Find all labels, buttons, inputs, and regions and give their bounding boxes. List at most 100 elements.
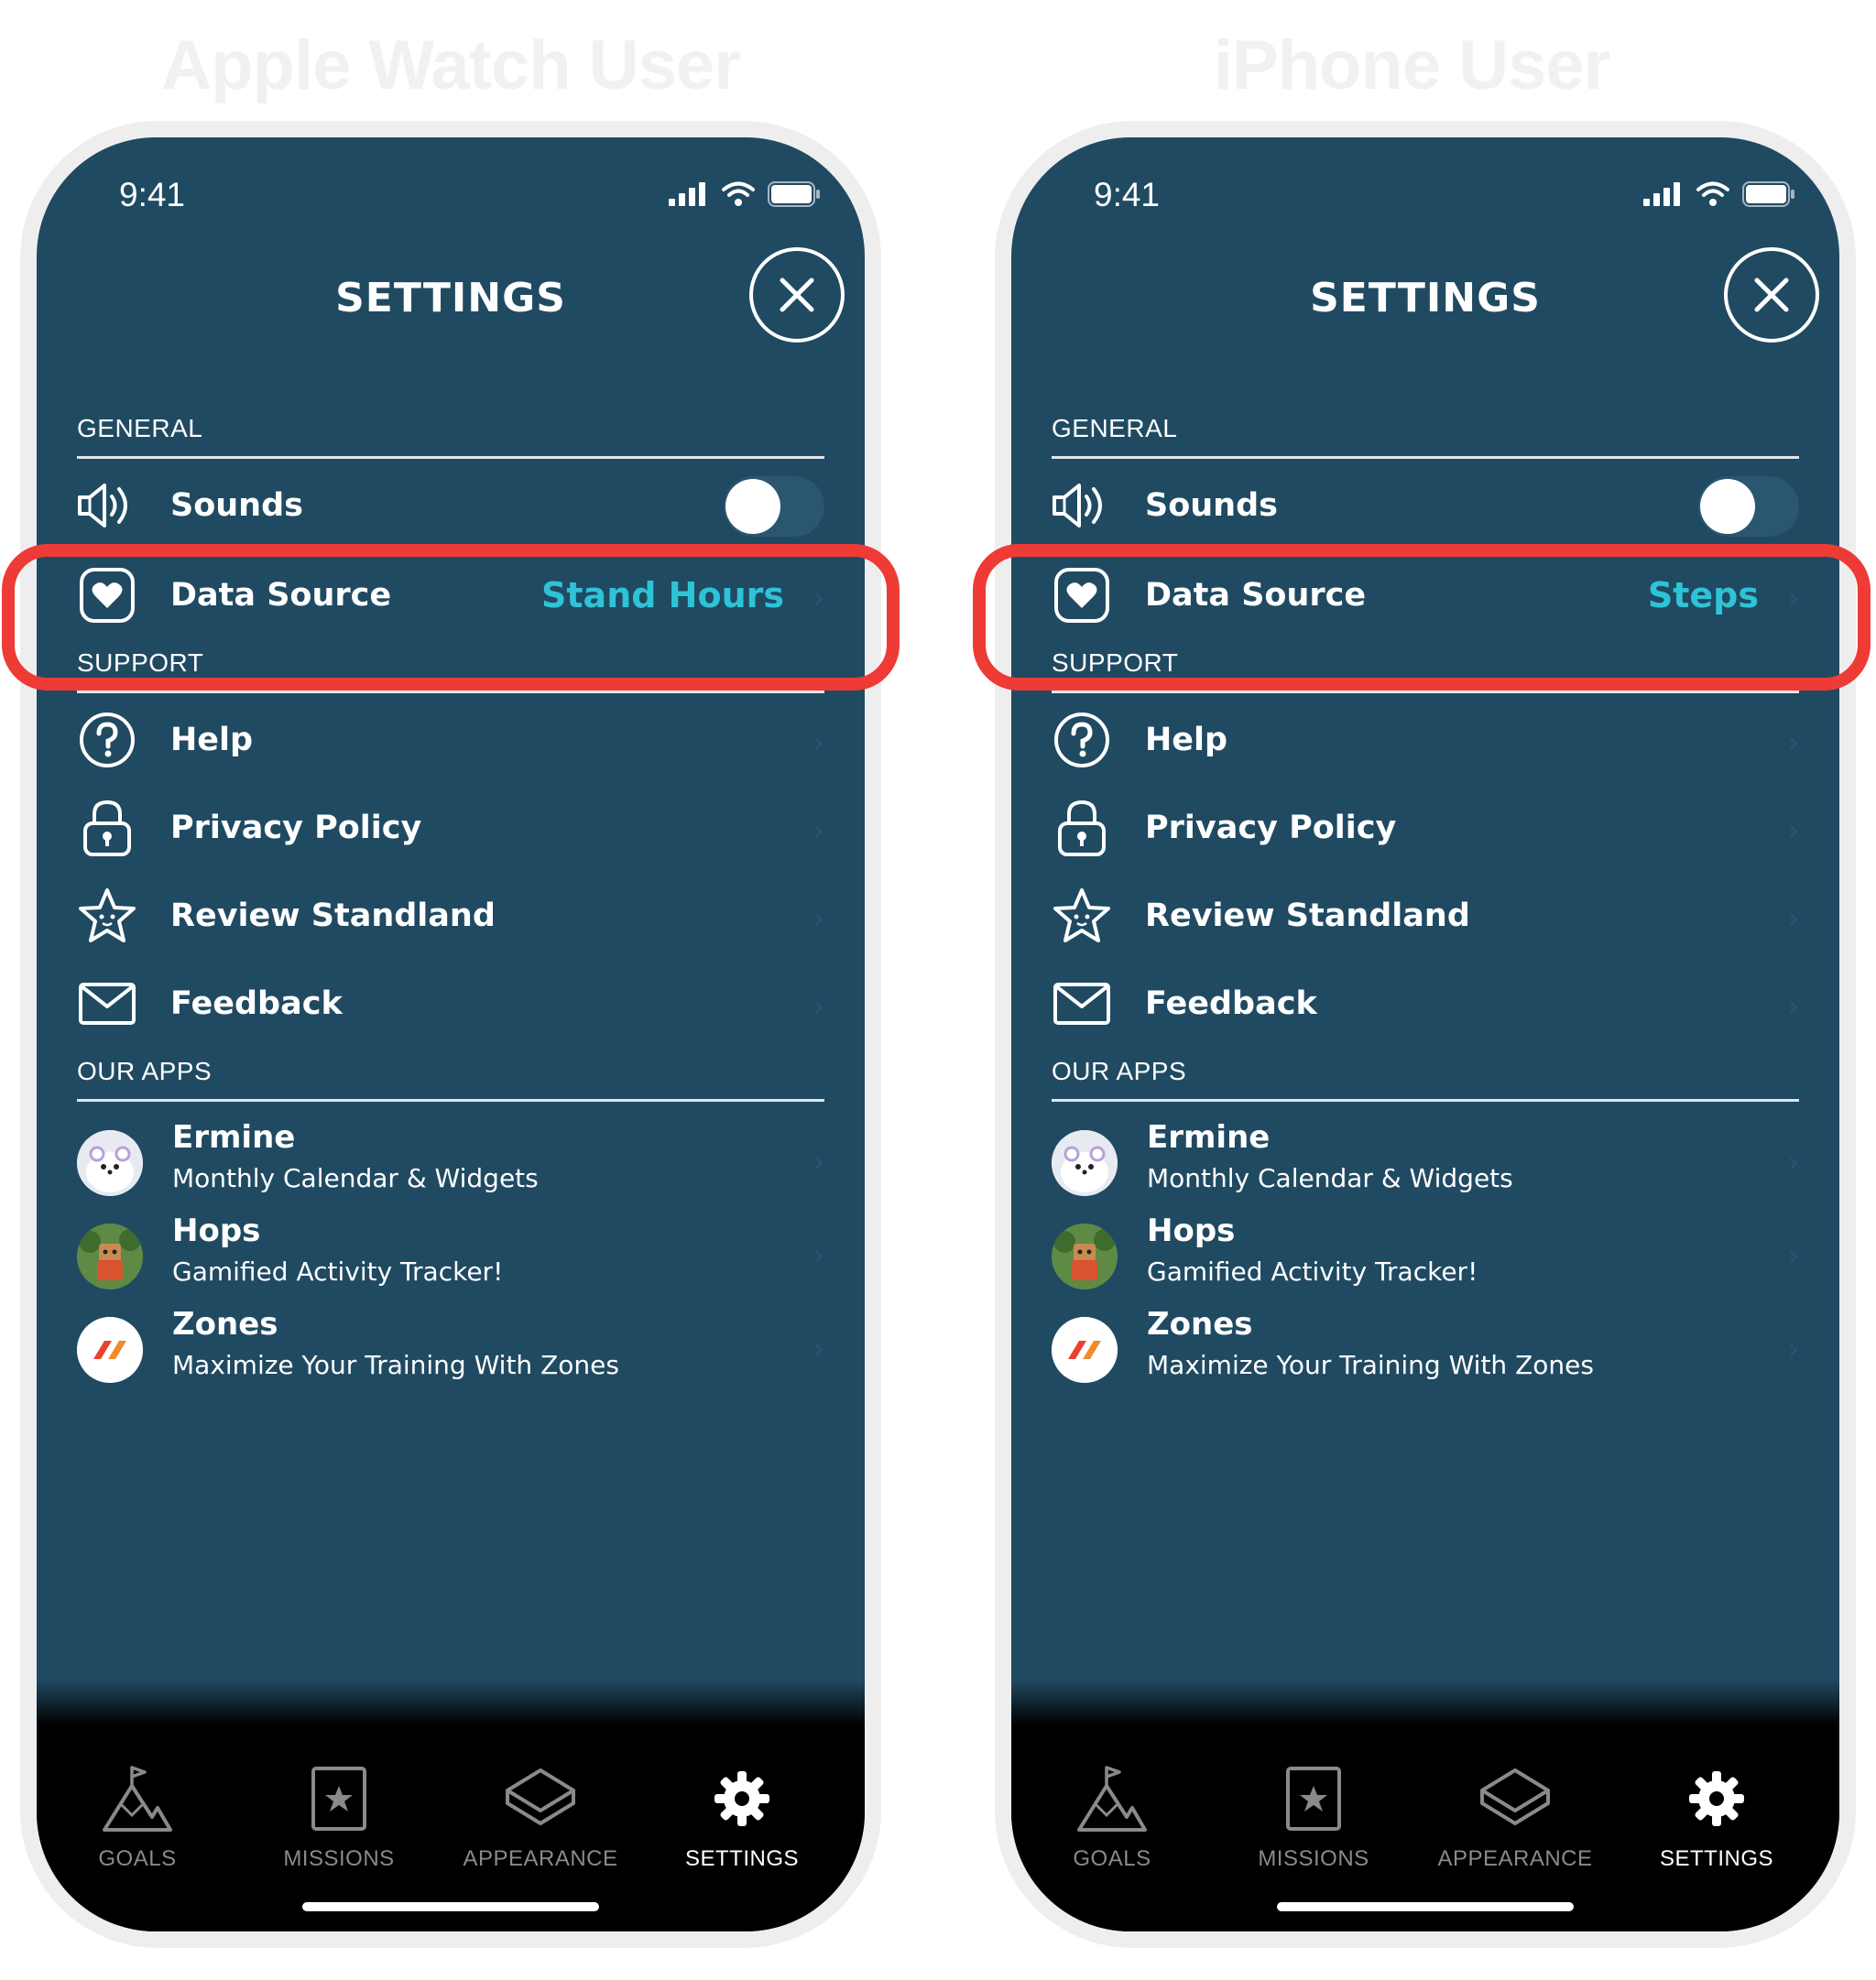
chevron-right-icon: › <box>1788 1147 1799 1179</box>
help-icon <box>1052 710 1112 770</box>
chevron-right-icon: › <box>813 991 824 1023</box>
ermine-app-icon <box>77 1130 143 1196</box>
app-row-ermine[interactable]: Ermine Monthly Calendar & Widgets › <box>1052 1119 1799 1220</box>
close-button[interactable] <box>749 247 845 343</box>
wifi-icon <box>722 181 755 206</box>
gear-icon <box>1625 1762 1808 1835</box>
app-subtitle: Monthly Calendar & Widgets <box>1147 1163 1513 1193</box>
chevron-right-icon: › <box>1788 1240 1799 1272</box>
tab-goals[interactable]: GOALS <box>1020 1762 1204 1872</box>
help-label: Help <box>170 722 254 758</box>
help-row[interactable]: Help › <box>1052 694 1799 786</box>
tab-label: GOALS <box>98 1846 177 1871</box>
app-row-hops[interactable]: Hops Gamified Activity Tracker! › <box>1052 1213 1799 1313</box>
signal-icon <box>1643 182 1680 206</box>
divider <box>1052 691 1799 693</box>
sounds-label: Sounds <box>1145 487 1278 524</box>
hops-app-icon <box>77 1224 143 1289</box>
highlight-box <box>2 544 900 691</box>
settings-screen: 9:41 SETTINGS GENERAL Sounds Data Source… <box>1011 137 1839 1931</box>
sounds-row: Sounds <box>77 460 824 551</box>
divider <box>1052 1099 1799 1102</box>
hops-app-icon <box>1052 1224 1118 1289</box>
status-icons <box>1643 181 1795 207</box>
tab-bar: GOALS MISSIONS APPEARANCE SETTINGS <box>37 1725 865 1931</box>
tab-missions[interactable]: MISSIONS <box>1222 1762 1405 1872</box>
app-row-hops[interactable]: Hops Gamified Activity Tracker! › <box>77 1213 824 1313</box>
phone-frame-iphone: 9:41 SETTINGS GENERAL Sounds Data Source… <box>995 121 1856 1948</box>
section-label-general: GENERAL <box>77 414 203 442</box>
app-row-zones[interactable]: Zones Maximize Your Training With Zones … <box>77 1306 824 1407</box>
tab-settings[interactable]: SETTINGS <box>650 1762 834 1872</box>
star-icon <box>1052 886 1112 946</box>
app-name: Ermine <box>172 1119 296 1156</box>
privacy-policy-row[interactable]: Privacy Policy › <box>1052 782 1799 874</box>
chevron-right-icon: › <box>1788 991 1799 1023</box>
tab-label: GOALS <box>1073 1846 1151 1871</box>
privacy-policy-label: Privacy Policy <box>1145 810 1397 846</box>
chevron-right-icon: › <box>1788 1333 1799 1365</box>
chevron-right-icon: › <box>813 1147 824 1179</box>
feedback-row[interactable]: Feedback › <box>1052 958 1799 1050</box>
review-label: Review Standland <box>170 898 496 934</box>
column-title-apple-watch: Apple Watch User <box>161 27 741 104</box>
tab-label: APPEARANCE <box>463 1846 618 1871</box>
app-row-ermine[interactable]: Ermine Monthly Calendar & Widgets › <box>77 1119 824 1220</box>
tab-label: MISSIONS <box>283 1846 395 1871</box>
tabbar-fade <box>37 1680 865 1725</box>
layers-icon <box>1423 1762 1607 1835</box>
sounds-toggle[interactable] <box>724 476 824 537</box>
star-icon <box>77 886 137 946</box>
divider <box>1052 456 1799 459</box>
app-subtitle: Gamified Activity Tracker! <box>172 1257 504 1287</box>
tab-bar: GOALS MISSIONS APPEARANCE SETTINGS <box>1011 1725 1839 1931</box>
layers-icon <box>449 1762 632 1835</box>
close-button[interactable] <box>1724 247 1819 343</box>
close-icon <box>1754 277 1789 312</box>
feedback-label: Feedback <box>170 985 343 1022</box>
speaker-icon <box>77 475 137 536</box>
section-label-general: GENERAL <box>1052 414 1178 442</box>
tab-appearance[interactable]: APPEARANCE <box>1423 1762 1607 1872</box>
review-row[interactable]: Review Standland › <box>1052 870 1799 962</box>
tab-settings[interactable]: SETTINGS <box>1625 1762 1808 1872</box>
tab-appearance[interactable]: APPEARANCE <box>449 1762 632 1872</box>
review-label: Review Standland <box>1145 898 1470 934</box>
review-row[interactable]: Review Standland › <box>77 870 824 962</box>
divider <box>77 691 824 693</box>
home-indicator <box>302 1902 599 1911</box>
status-icons <box>669 181 821 207</box>
app-name: Zones <box>1147 1306 1253 1343</box>
status-time: 9:41 <box>1094 176 1161 213</box>
privacy-policy-row[interactable]: Privacy Policy › <box>77 782 824 874</box>
feedback-row[interactable]: Feedback › <box>77 958 824 1050</box>
app-subtitle: Monthly Calendar & Widgets <box>172 1163 539 1193</box>
home-indicator <box>1277 1902 1574 1911</box>
sounds-toggle[interactable] <box>1698 476 1799 537</box>
tabbar-fade <box>1011 1680 1839 1725</box>
tab-missions[interactable]: MISSIONS <box>247 1762 431 1872</box>
chevron-right-icon: › <box>813 1240 824 1272</box>
star-card-icon <box>247 1762 431 1835</box>
mail-icon <box>77 974 137 1034</box>
mountain-flag-icon <box>46 1762 229 1835</box>
highlight-box <box>973 544 1871 691</box>
signal-icon <box>669 182 705 206</box>
toggle-knob <box>1700 479 1755 534</box>
privacy-policy-label: Privacy Policy <box>170 810 422 846</box>
star-card-icon <box>1222 1762 1405 1835</box>
help-row[interactable]: Help › <box>77 694 824 786</box>
section-label-our-apps: OUR APPS <box>77 1057 213 1085</box>
mountain-flag-icon <box>1020 1762 1204 1835</box>
app-name: Ermine <box>1147 1119 1271 1156</box>
app-row-zones[interactable]: Zones Maximize Your Training With Zones … <box>1052 1306 1799 1407</box>
tab-goals[interactable]: GOALS <box>46 1762 229 1872</box>
lock-icon <box>1052 798 1112 858</box>
zones-app-icon <box>1052 1317 1118 1383</box>
app-subtitle: Maximize Your Training With Zones <box>1147 1350 1594 1380</box>
close-icon <box>780 277 814 312</box>
tab-label: MISSIONS <box>1258 1846 1369 1871</box>
page-title: SETTINGS <box>335 275 566 321</box>
section-label-our-apps: OUR APPS <box>1052 1057 1187 1085</box>
battery-icon <box>768 181 820 207</box>
